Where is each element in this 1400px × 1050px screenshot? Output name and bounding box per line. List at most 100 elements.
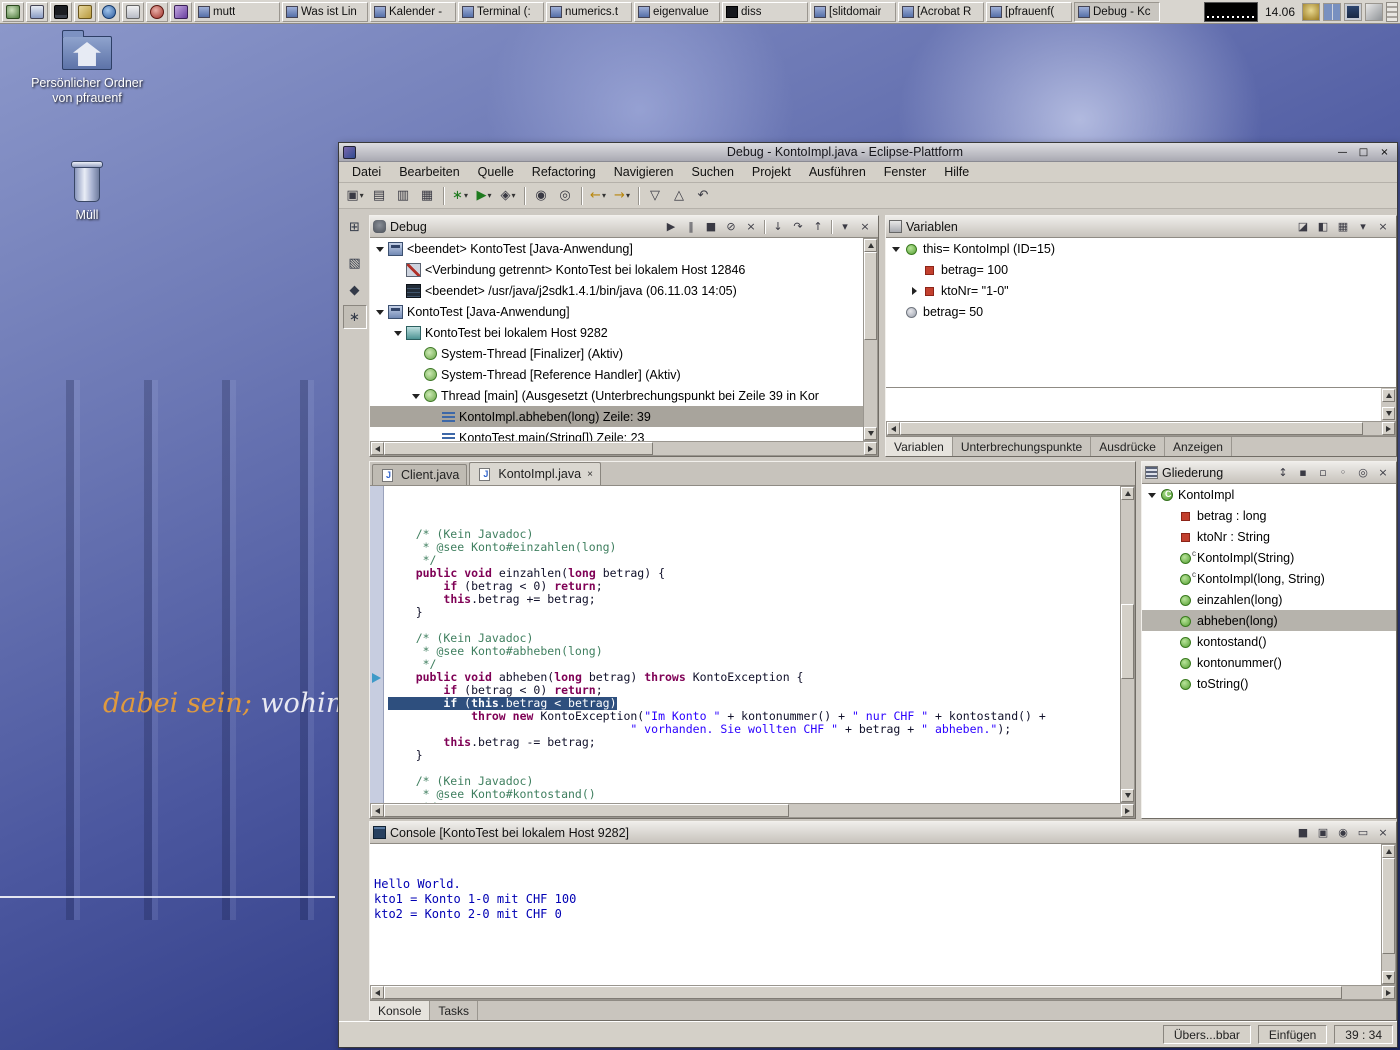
taskbar-task[interactable]: Debug - Kc bbox=[1074, 2, 1160, 22]
java-perspective-icon[interactable]: ◆ bbox=[343, 278, 367, 302]
scrollbar-thumb[interactable] bbox=[384, 986, 1342, 999]
expand-arrow-icon[interactable] bbox=[1164, 552, 1176, 564]
menu-item[interactable]: Fenster bbox=[875, 163, 935, 181]
view-menu-icon[interactable]: ▾ bbox=[1353, 217, 1373, 237]
open-type-icon[interactable]: ◎ bbox=[553, 185, 577, 207]
k-menu-icon[interactable] bbox=[2, 2, 24, 22]
save-icon[interactable]: ▤ bbox=[367, 185, 391, 207]
variables-horizontal-scrollbar[interactable] bbox=[886, 421, 1396, 436]
panel-tab[interactable]: Unterbrechungspunkte bbox=[953, 437, 1091, 456]
terminal-icon[interactable] bbox=[50, 2, 72, 22]
hide-fields-icon[interactable]: ▪ bbox=[1293, 463, 1313, 483]
expand-arrow-icon[interactable] bbox=[392, 264, 404, 276]
scrollbar-thumb[interactable] bbox=[900, 422, 1363, 435]
scroll-up-button[interactable] bbox=[1121, 487, 1134, 500]
menu-item[interactable]: Projekt bbox=[743, 163, 800, 181]
forward-icon[interactable]: → bbox=[610, 185, 634, 207]
panel-tab[interactable]: Variablen bbox=[886, 437, 953, 456]
debug-tree-item[interactable]: <beendet> /usr/java/j2sdk1.4.1/bin/java … bbox=[370, 280, 863, 301]
taskbar-task[interactable]: eigenvalue bbox=[634, 2, 720, 22]
debug-perspective-icon[interactable]: ∗ bbox=[343, 305, 367, 329]
taskbar-task[interactable]: [pfrauenf( bbox=[986, 2, 1072, 22]
next-annotation-icon[interactable]: ▽ bbox=[643, 185, 667, 207]
code-line[interactable]: this.betrag += betrag; bbox=[388, 593, 1120, 606]
toolbar-separator[interactable] bbox=[828, 217, 835, 237]
code-line[interactable]: * @see Konto#abheben(long) bbox=[388, 645, 1120, 658]
step-into-icon[interactable]: ↓ bbox=[768, 217, 788, 237]
editor-gutter[interactable] bbox=[370, 486, 384, 803]
console-vertical-scrollbar[interactable] bbox=[1381, 844, 1396, 985]
editor-tab[interactable]: KontoImpl.java bbox=[469, 462, 601, 485]
editor-horizontal-scrollbar[interactable] bbox=[370, 803, 1135, 818]
debug-tree-item[interactable]: KontoTest [Java-Anwendung] bbox=[370, 301, 863, 322]
expand-arrow-icon[interactable] bbox=[1164, 510, 1176, 522]
pager-icon[interactable] bbox=[1323, 3, 1341, 21]
debug-tree-item[interactable]: Thread [main] (Ausgesetzt (Unterbrechung… bbox=[370, 385, 863, 406]
expand-arrow-icon[interactable] bbox=[1164, 594, 1176, 606]
expand-arrow-icon[interactable] bbox=[374, 306, 386, 318]
debug-tree-item[interactable]: KontoTest.main(String[]) Zeile: 23 bbox=[370, 427, 863, 441]
expand-arrow-icon[interactable] bbox=[410, 369, 422, 381]
klipper-icon[interactable] bbox=[1365, 3, 1383, 21]
maximize-button[interactable]: □ bbox=[1355, 145, 1372, 160]
scrollbar-thumb[interactable] bbox=[1382, 858, 1395, 954]
menu-item[interactable]: Suchen bbox=[683, 163, 743, 181]
step-over-icon[interactable]: ↷ bbox=[788, 217, 808, 237]
scroll-left-button[interactable] bbox=[371, 804, 384, 817]
disconnect-icon[interactable]: ⊘ bbox=[721, 217, 741, 237]
scroll-left-button[interactable] bbox=[371, 986, 384, 999]
lock-icon[interactable] bbox=[1302, 3, 1320, 21]
outline-item[interactable]: kontostand() bbox=[1142, 631, 1396, 652]
scroll-left-button[interactable] bbox=[371, 442, 384, 455]
panel-hide-button[interactable] bbox=[1386, 2, 1398, 22]
outline-item[interactable]: KontoImpl bbox=[1142, 484, 1396, 505]
taskbar-task[interactable]: [slitdomair bbox=[810, 2, 896, 22]
variables-view-titlebar[interactable]: Variablen ◪◧▦▾× bbox=[886, 216, 1396, 238]
expand-arrow-icon[interactable] bbox=[410, 390, 422, 402]
toolbar-separator[interactable] bbox=[634, 185, 643, 207]
scroll-up-button[interactable] bbox=[1382, 845, 1395, 858]
toolbar-separator[interactable] bbox=[439, 185, 448, 207]
external-tools-icon[interactable]: ◈ bbox=[496, 185, 520, 207]
scroll-right-button[interactable] bbox=[1121, 804, 1134, 817]
scrollbar-thumb[interactable] bbox=[1121, 604, 1134, 679]
detail-scrollbar[interactable] bbox=[1381, 387, 1396, 421]
editor-vertical-scrollbar[interactable] bbox=[1120, 486, 1135, 803]
expand-arrow-icon[interactable] bbox=[1164, 678, 1176, 690]
scroll-left-button[interactable] bbox=[887, 422, 900, 435]
debug-view-titlebar[interactable]: Debug ▶‖■⊘×↓↷↑▾× bbox=[370, 216, 878, 238]
scroll-down-button[interactable] bbox=[1382, 971, 1395, 984]
variable-item[interactable]: betrag= 100 bbox=[886, 259, 1396, 280]
editor-tab[interactable]: Client.java bbox=[372, 464, 467, 485]
expand-arrow-icon[interactable] bbox=[410, 348, 422, 360]
scroll-up-button[interactable] bbox=[864, 239, 877, 252]
files-icon[interactable] bbox=[122, 2, 144, 22]
debug-icon[interactable]: ∗ bbox=[448, 185, 472, 207]
scroll-down-button[interactable] bbox=[1382, 407, 1395, 420]
panel-tab[interactable]: Anzeigen bbox=[1165, 437, 1232, 456]
menu-item[interactable]: Bearbeiten bbox=[390, 163, 468, 181]
resume-icon[interactable]: ▶ bbox=[661, 217, 681, 237]
debug-tree-item[interactable]: KontoImpl.abheben(long) Zeile: 39 bbox=[370, 406, 863, 427]
code-editor[interactable]: /* (Kein Javadoc) * @see Konto#einzahlen… bbox=[384, 486, 1120, 803]
variable-item[interactable]: this= KontoImpl (ID=15) bbox=[886, 238, 1396, 259]
print-icon[interactable]: ▦ bbox=[415, 185, 439, 207]
desktop-icon-trash[interactable]: Müll bbox=[22, 156, 152, 223]
variable-item[interactable]: ktoNr= "1-0" bbox=[886, 280, 1396, 301]
debug-horizontal-scrollbar[interactable] bbox=[370, 441, 878, 456]
toolbar-separator[interactable] bbox=[520, 185, 529, 207]
outline-item[interactable]: toString() bbox=[1142, 673, 1396, 694]
expand-arrow-icon[interactable] bbox=[374, 243, 386, 255]
terminate-icon[interactable]: ■ bbox=[701, 217, 721, 237]
hide-static-icon[interactable]: ▫ bbox=[1313, 463, 1333, 483]
taskbar-task[interactable]: diss bbox=[722, 2, 808, 22]
scrollbar-thumb[interactable] bbox=[864, 252, 877, 340]
scroll-down-button[interactable] bbox=[864, 427, 877, 440]
scroll-right-button[interactable] bbox=[864, 442, 877, 455]
taskbar-task[interactable]: [Acrobat R bbox=[898, 2, 984, 22]
menu-item[interactable]: Navigieren bbox=[605, 163, 683, 181]
close-view-icon[interactable]: × bbox=[855, 217, 875, 237]
outline-item[interactable]: einzahlen(long) bbox=[1142, 589, 1396, 610]
expand-arrow-icon[interactable] bbox=[392, 285, 404, 297]
remove-launches-icon[interactable]: ▣ bbox=[1313, 823, 1333, 843]
